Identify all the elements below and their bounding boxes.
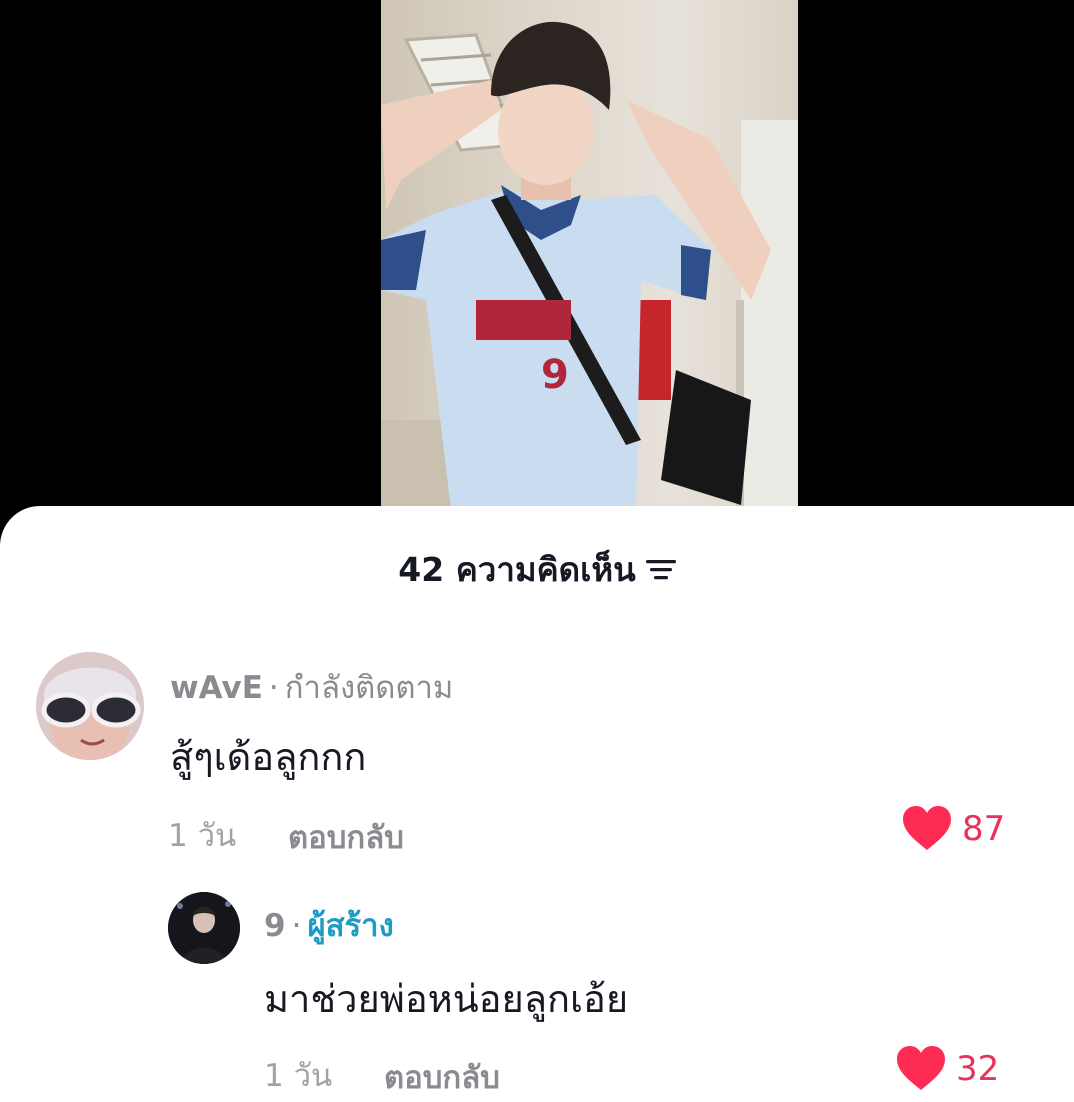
avatar-image <box>36 652 144 760</box>
sort-lines-icon[interactable] <box>645 556 676 582</box>
video-frame[interactable]: 9 <box>381 0 798 510</box>
comment-count-title: 42 ความคิดเห็น <box>398 549 636 589</box>
creator-avatar[interactable] <box>168 892 240 964</box>
like-count: 87 <box>962 809 1006 849</box>
reply-button[interactable]: ตอบกลับ <box>384 1052 500 1102</box>
avatar-image <box>168 892 240 964</box>
creator-label: ผู้สร้าง <box>307 908 394 944</box>
comment-meta: wAvE · กำลังติดตาม <box>170 662 453 712</box>
comments-sheet: 42 ความคิดเห็น wAvE · กำลังติดตาม สู้ๆเด้อ… <box>0 506 1074 1102</box>
meta-separator: · <box>268 670 279 706</box>
creator-username[interactable]: 9 <box>264 908 286 944</box>
comment-time: 1 วัน <box>264 1058 333 1094</box>
comment-text: มาช่วยพ่อหน่อยลูกเอ้ย <box>264 977 629 1021</box>
comment-time: 1 วัน <box>168 818 237 854</box>
reply-button[interactable]: ตอบกลับ <box>288 812 404 862</box>
comments-header: 42 ความคิดเห็น <box>0 544 1074 594</box>
like-count: 32 <box>956 1049 1000 1089</box>
like-button[interactable]: 32 <box>896 1046 999 1092</box>
heart-icon <box>903 806 951 850</box>
commenter-username[interactable]: wAvE <box>170 670 263 706</box>
following-label: กำลังติดตาม <box>284 670 454 706</box>
svg-text:9: 9 <box>541 352 569 398</box>
video-area[interactable]: 9 <box>0 0 1074 520</box>
video-thumbnail-image: 9 <box>381 21 798 510</box>
heart-icon <box>897 1046 945 1090</box>
comment-meta: 9 · ผู้สร้าง <box>264 900 394 950</box>
like-button[interactable]: 87 <box>902 806 1005 852</box>
meta-separator: · <box>291 908 302 944</box>
comment-text: สู้ๆเด้อลูกกก <box>170 735 367 779</box>
commenter-avatar[interactable] <box>36 652 144 760</box>
